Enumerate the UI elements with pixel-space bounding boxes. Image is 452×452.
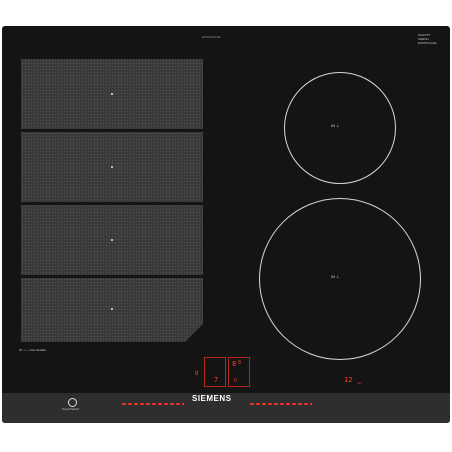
flex-zone-2[interactable] [21,132,203,202]
power-button-icon[interactable] [68,398,77,407]
zone-center-dot [111,166,113,168]
zone-center-dot [111,93,113,95]
right-timer-unit: min [357,381,362,385]
flex-zone-label: IN ⊥ ─ zone flexible [19,348,46,352]
flex-zone-1[interactable] [21,59,203,129]
zone-label-lower-right: IN ⊥ [331,274,340,279]
cooking-zone-lower-right[interactable] [259,198,421,360]
power-switch-label: PowerSwitch [62,407,80,411]
brand-logo: SIEMENS [192,394,232,403]
left-digit: 7 [214,376,219,384]
zone-center-dot [111,308,113,310]
cooktop-panel: EX675LXC1E SCHOTT CERAN EX675LXC1E IN ⊥ … [2,26,450,423]
indicator-mark-1: 8 [195,371,199,377]
schott-ceran-badge: SCHOTT CERAN EX675LXC1E [418,33,437,45]
model-code: EX675LXC1E [202,35,221,39]
timer-digit: 8 [232,360,237,368]
zone-center-dot [111,239,113,241]
right-slider[interactable] [250,403,312,405]
flex-zone-4[interactable] [21,278,203,342]
indicator-mark-2: 0 [234,378,237,384]
zone-label-upper-right: IN ⊥ [331,123,340,128]
cooking-zone-upper-right[interactable] [284,72,396,184]
right-timer-display: 12 [344,376,353,384]
flex-zone-3[interactable] [21,205,203,275]
timer-digit-2: 8 [238,360,242,366]
left-slider[interactable] [122,403,184,405]
